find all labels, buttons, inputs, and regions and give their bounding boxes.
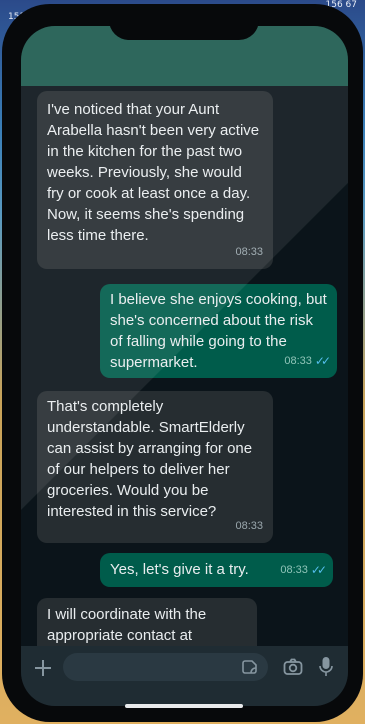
message-text: I've noticed that your Aunt Arabella has… <box>47 101 260 244</box>
message-outgoing: I believe she enjoys cooking, but she's … <box>100 284 337 378</box>
message-time: 08:33 <box>280 564 308 576</box>
message-text: That's completely understandable. SmartE… <box>47 398 253 520</box>
plus-icon[interactable] <box>33 658 53 678</box>
phone-frame: I've noticed that your Aunt Arabella has… <box>2 4 363 722</box>
sticker-icon[interactable] <box>242 659 258 675</box>
read-receipt-icon: ✓✓ <box>310 563 327 577</box>
chat-screen: I've noticed that your Aunt Arabella has… <box>21 26 348 706</box>
home-indicator <box>125 704 243 708</box>
input-bar <box>21 646 348 706</box>
message-time: 08:33 <box>284 355 312 367</box>
message-input[interactable] <box>63 653 268 681</box>
message-outgoing: Yes, let's give it a try. 08:33 ✓✓ <box>100 553 333 587</box>
message-time: 08:33 <box>235 520 263 532</box>
phone-notch <box>109 8 259 40</box>
message-incoming: That's completely understandable. SmartE… <box>37 391 273 543</box>
camera-icon[interactable] <box>283 658 303 676</box>
read-receipt-icon: ✓✓ <box>314 354 331 368</box>
message-time: 08:33 <box>235 246 263 258</box>
message-text: I will coordinate with the appropriate c… <box>47 606 207 644</box>
message-list: I've noticed that your Aunt Arabella has… <box>21 86 348 666</box>
message-incoming: I've noticed that your Aunt Arabella has… <box>37 91 273 269</box>
mic-icon[interactable] <box>319 656 333 678</box>
